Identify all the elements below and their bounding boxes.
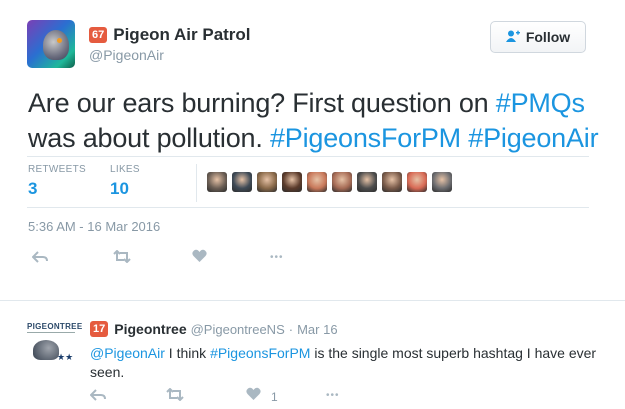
retweet-icon[interactable] — [165, 387, 185, 406]
liker-avatar[interactable] — [282, 172, 302, 192]
logo-underline — [27, 332, 75, 333]
follow-label: Follow — [525, 29, 571, 45]
retweets-count: 3 — [28, 179, 38, 198]
hashtag-pmqs[interactable]: #PMQs — [496, 88, 585, 118]
likes-count: 10 — [110, 179, 129, 198]
follow-button[interactable]: Follow — [490, 21, 586, 53]
hashtag-pigeonsforpm[interactable]: #PigeonsForPM — [270, 123, 461, 153]
liker-avatar[interactable] — [382, 172, 402, 192]
liker-avatar[interactable] — [257, 172, 277, 192]
liker-avatar[interactable] — [407, 172, 427, 192]
divider — [27, 207, 589, 208]
liker-avatar[interactable] — [307, 172, 327, 192]
reply-text-part: I think — [164, 345, 211, 361]
pigeon-icon — [33, 340, 59, 360]
liker-avatars — [207, 172, 457, 192]
likes-stat[interactable]: LIKES 10 — [110, 164, 140, 199]
meta-separator: · — [288, 321, 294, 337]
section-divider — [0, 300, 625, 301]
tweet-text: Are our ears burning? First question on … — [28, 86, 608, 156]
retweets-label: RETWEETS — [28, 164, 86, 175]
likes-label: LIKES — [110, 164, 140, 175]
reply-icon[interactable] — [31, 250, 48, 268]
mention-pigeonair[interactable]: @PigeonAir — [90, 345, 165, 361]
liker-avatar[interactable] — [357, 172, 377, 192]
author-avatar[interactable] — [27, 20, 75, 68]
liker-avatar[interactable] — [432, 172, 452, 192]
tweet-text-part: was about pollution. — [28, 123, 270, 153]
score-badge: 17 — [90, 321, 109, 337]
more-icon[interactable]: ••• — [326, 390, 340, 401]
like-count: 1 — [271, 389, 278, 404]
pigeon-eye — [57, 38, 62, 43]
reply-icon[interactable] — [89, 388, 106, 406]
divider — [27, 156, 589, 157]
author-name[interactable]: Pigeon Air Patrol — [113, 25, 250, 45]
tweet-text-part: Are our ears burning? First question on — [28, 88, 496, 118]
reply-date[interactable]: Mar 16 — [297, 322, 337, 337]
like-button[interactable]: 1 — [246, 387, 278, 406]
reply-author-name[interactable]: Pigeontree — [114, 321, 186, 337]
author-line: 67 Pigeon Air Patrol — [89, 25, 251, 45]
hashtag-pigeonsforpm[interactable]: #PigeonsForPM — [210, 345, 310, 361]
reply-header: 17 Pigeontree @PigeontreeNS · Mar 16 — [90, 321, 338, 337]
stars-icon: ★★ — [57, 352, 74, 362]
retweets-stat[interactable]: RETWEETS 3 — [28, 164, 86, 199]
reply-author-handle[interactable]: @PigeontreeNS — [191, 322, 285, 337]
reply-avatar[interactable]: PIGEONTREE ★★ — [27, 322, 82, 370]
pigeon-icon — [43, 30, 69, 60]
liker-avatar[interactable] — [207, 172, 227, 192]
hashtag-pigeonair[interactable]: #PigeonAir — [468, 123, 598, 153]
liker-avatar[interactable] — [232, 172, 252, 192]
follow-person-icon — [505, 30, 520, 45]
retweet-icon[interactable] — [112, 249, 132, 268]
stat-divider — [196, 164, 197, 202]
tweet-timestamp[interactable]: 5:36 AM - 16 Mar 2016 — [28, 219, 160, 234]
like-icon[interactable] — [192, 249, 207, 268]
like-icon — [246, 387, 261, 406]
pigeontree-logo-text: PIGEONTREE — [27, 322, 83, 331]
more-icon[interactable]: ••• — [270, 252, 284, 263]
reply-text: @PigeonAir I think #PigeonsForPM is the … — [90, 344, 600, 382]
liker-avatar[interactable] — [332, 172, 352, 192]
score-badge: 67 — [89, 27, 108, 43]
author-handle[interactable]: @PigeonAir — [89, 47, 164, 63]
